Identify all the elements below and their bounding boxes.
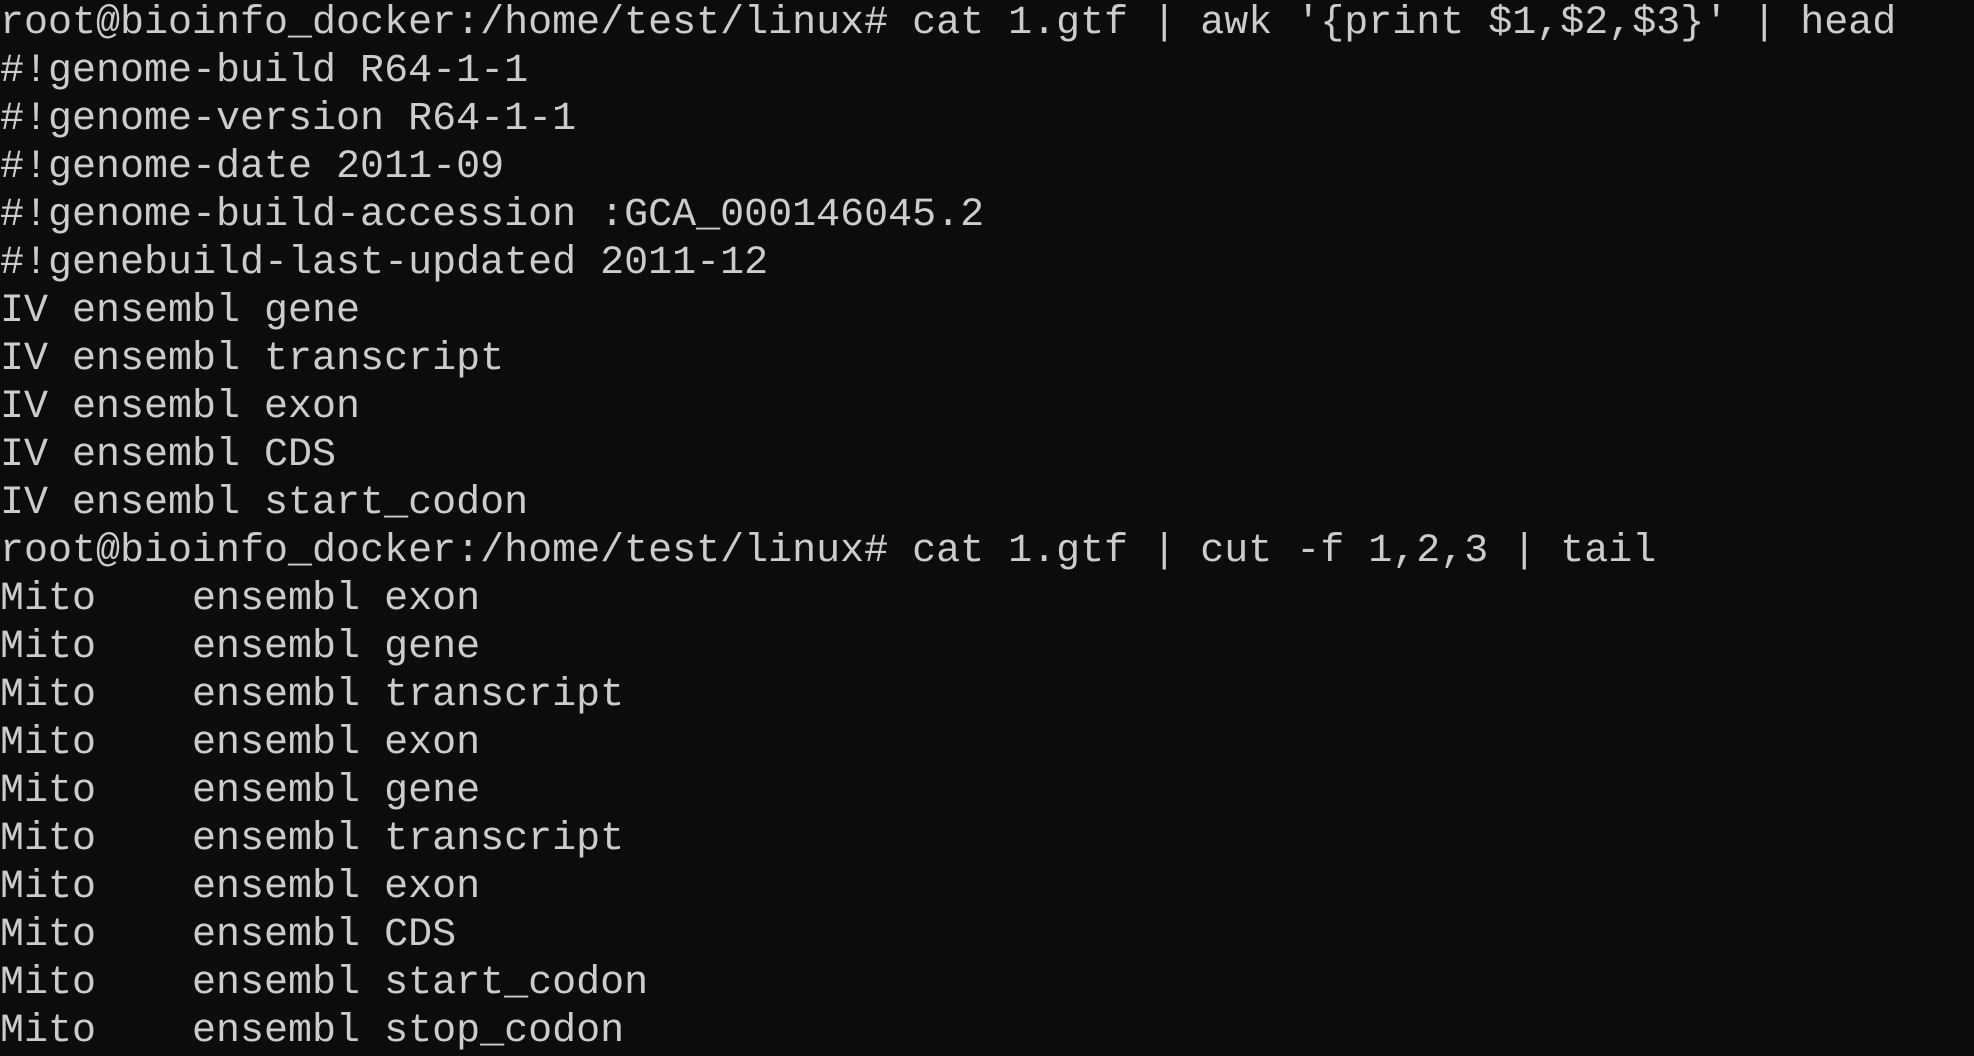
output-line: Mito ensembl start_codon [0, 961, 649, 1006]
output-line: IV ensembl CDS [0, 433, 337, 478]
output-line: Mito ensembl CDS [0, 913, 457, 958]
command-line: root@bioinfo_docker:/home/test/linux# ca… [0, 529, 1657, 574]
command-line: root@bioinfo_docker:/home/test/linux# ca… [0, 1, 1897, 46]
output-line: IV ensembl transcript [0, 337, 505, 382]
output-line: #!genome-version R64-1-1 [0, 97, 577, 142]
output-line: IV ensembl start_codon [0, 481, 529, 526]
terminal-output[interactable]: root@bioinfo_docker:/home/test/linux# ca… [0, 0, 1974, 1056]
output-line: Mito ensembl stop_codon [0, 1009, 625, 1054]
output-line: Mito ensembl gene [0, 625, 481, 670]
output-line: #!genebuild-last-updated 2011-12 [0, 241, 769, 286]
output-line: Mito ensembl transcript [0, 817, 625, 862]
output-line: IV ensembl exon [0, 385, 361, 430]
output-line: #!genome-build R64-1-1 [0, 49, 529, 94]
output-line: Mito ensembl gene [0, 769, 481, 814]
output-line: IV ensembl gene [0, 289, 361, 334]
output-line: Mito ensembl exon [0, 721, 481, 766]
output-line: #!genome-build-accession :GCA_000146045.… [0, 193, 985, 238]
output-line: Mito ensembl exon [0, 865, 481, 910]
output-line: Mito ensembl exon [0, 577, 481, 622]
output-line: Mito ensembl transcript [0, 673, 625, 718]
output-line: #!genome-date 2011-09 [0, 145, 505, 190]
